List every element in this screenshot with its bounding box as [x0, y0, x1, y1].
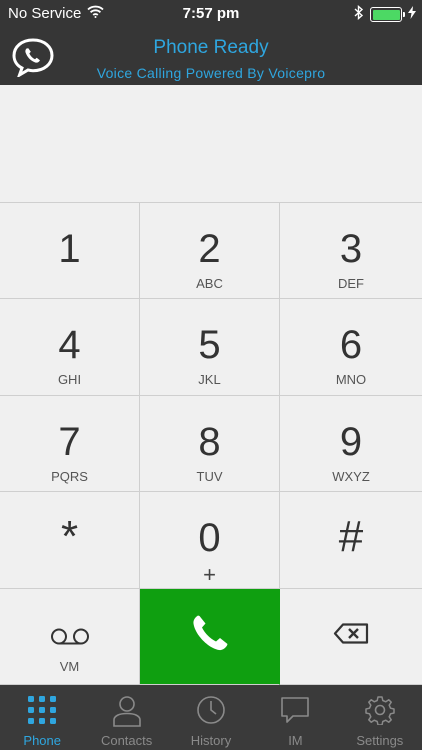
key-8[interactable]: 8 TUV [140, 395, 280, 493]
tab-phone[interactable]: Phone [0, 685, 84, 750]
voicemail-icon [50, 627, 90, 650]
tab-bar: Phone Contacts History IM Settings [0, 685, 422, 750]
key-3[interactable]: 3 DEF [280, 203, 422, 300]
tab-label: Settings [356, 733, 404, 748]
key-letters: JKL [198, 372, 221, 388]
tab-label: Phone [23, 733, 61, 748]
key-letters: TUV [196, 468, 223, 484]
key-letters: + [203, 562, 216, 588]
person-icon [112, 695, 142, 732]
key-5[interactable]: 5 JKL [140, 299, 280, 396]
key-digit: 3 [339, 227, 363, 271]
key-hash[interactable]: # [280, 492, 422, 589]
gear-icon [365, 695, 395, 730]
tab-label: History [190, 733, 232, 748]
key-6[interactable]: 6 MNO [280, 299, 422, 396]
status-bar: No Service 7:57 pm [0, 0, 422, 28]
key-digit: # [338, 512, 364, 562]
key-letters: WXYZ [332, 468, 370, 484]
phone-handset-icon [189, 613, 231, 660]
app-title: Phone Ready [153, 37, 269, 58]
key-2[interactable]: 2 ABC [140, 203, 280, 300]
tab-label: IM [288, 733, 303, 748]
key-digit: 0 [198, 516, 221, 561]
backspace-button[interactable] [280, 588, 422, 685]
key-letters: DEF [338, 276, 364, 291]
key-star[interactable]: * [0, 492, 140, 589]
call-button[interactable] [140, 588, 280, 685]
key-digit: 1 [58, 227, 81, 271]
clock-icon [196, 695, 226, 730]
backspace-icon [333, 623, 369, 650]
dialpad-icon [27, 695, 57, 730]
key-letters: GHI [57, 372, 82, 388]
dialpad: 1 2 ABC 3 DEF 4 GHI 5 JKL 6 MNO 7 PQRS 8… [0, 203, 422, 685]
number-display[interactable] [0, 85, 422, 203]
key-1[interactable]: 1 [0, 203, 140, 300]
key-4[interactable]: 4 GHI [0, 299, 140, 396]
tab-im[interactable]: IM [253, 685, 337, 750]
key-letters: MNO [335, 372, 367, 388]
key-digit: 4 [58, 323, 81, 368]
charging-icon [408, 6, 416, 23]
voicemail-button[interactable]: VM [0, 588, 140, 685]
key-digit: 9 [339, 419, 363, 464]
key-digit: 7 [58, 419, 81, 464]
key-letters: PQRS [51, 468, 88, 484]
chat-bubble-icon [280, 695, 310, 730]
key-9[interactable]: 9 WXYZ [280, 395, 422, 493]
battery-icon [370, 7, 405, 22]
voicemail-label: VM [59, 658, 80, 674]
tab-label: Contacts [100, 733, 153, 748]
app-subtitle: Voice Calling Powered By Voicepro [96, 65, 326, 81]
key-0[interactable]: 0 + [140, 492, 280, 589]
key-digit: 8 [198, 419, 221, 464]
key-digit: 6 [339, 323, 363, 368]
key-letters: ABC [196, 276, 223, 291]
tab-settings[interactable]: Settings [338, 685, 422, 750]
key-digit: 2 [198, 227, 221, 271]
key-7[interactable]: 7 PQRS [0, 395, 140, 493]
key-digit: * [60, 512, 79, 562]
battery-level [372, 9, 400, 20]
bluetooth-icon [354, 4, 364, 24]
key-digit: 5 [198, 323, 221, 368]
tab-history[interactable]: History [169, 685, 253, 750]
tab-contacts[interactable]: Contacts [84, 685, 168, 750]
